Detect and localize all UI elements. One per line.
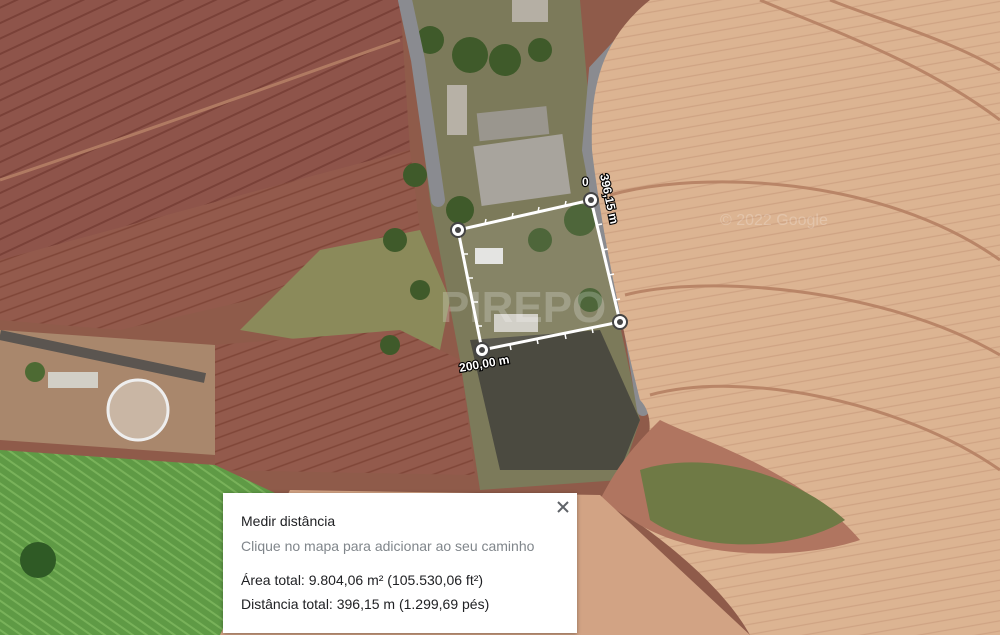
- tree-cluster: [20, 542, 56, 578]
- total-distance: Distância total: 396,15 m (1.299,69 pés): [241, 596, 490, 612]
- distance-label-start: 0: [582, 175, 589, 189]
- panel-hint: Clique no mapa para adicionar ao seu cam…: [241, 538, 535, 554]
- total-area: Área total: 9.804,06 m² (105.530,06 ft²): [241, 572, 484, 588]
- barn-roof: [473, 134, 571, 206]
- field-lower-middle: [215, 330, 475, 475]
- close-icon: [557, 501, 569, 513]
- roundabout: [106, 378, 170, 442]
- measure-distance-panel: Medir distância Clique no mapa para adic…: [223, 493, 577, 633]
- map-copyright: © 2022 Google: [720, 212, 828, 229]
- shed-left: [48, 372, 98, 388]
- tree: [25, 362, 45, 382]
- close-button[interactable]: [553, 497, 573, 517]
- small-building: [447, 85, 467, 135]
- yard-left: [0, 330, 215, 455]
- house-roof: [512, 0, 548, 22]
- panel-title: Medir distância: [241, 513, 336, 529]
